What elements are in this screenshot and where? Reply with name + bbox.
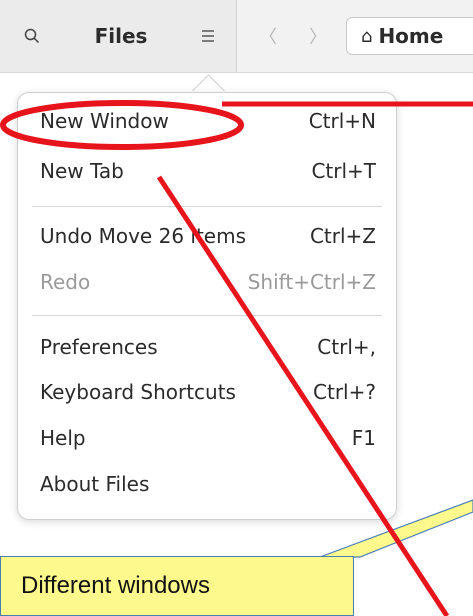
menu-item-undo[interactable]: Undo Move 26 items Ctrl+Z	[40, 216, 376, 256]
menu-item-label: About Files	[40, 472, 150, 496]
menu-item-shortcut: Ctrl+?	[313, 380, 376, 404]
menu-item-shortcut: Ctrl+N	[308, 109, 376, 133]
menu-item-shortcut: Shift+Ctrl+Z	[247, 270, 376, 294]
menu-item-label: Redo	[40, 270, 91, 294]
forward-button[interactable]: 〉	[306, 24, 330, 48]
search-icon	[24, 28, 40, 44]
menu-item-shortcut: Ctrl+Z	[309, 224, 376, 248]
menu-item-shortcut: F1	[351, 426, 376, 450]
menu-item-label: Preferences	[40, 335, 158, 359]
menu-item-redo: Redo Shift+Ctrl+Z	[40, 262, 376, 302]
header-bar: Files 〈 〉 ⌂ Home	[0, 0, 473, 73]
path-home-label: Home	[378, 24, 444, 48]
menu-item-label: Keyboard Shortcuts	[40, 380, 236, 404]
menu-item-new-tab[interactable]: New Tab Ctrl+T	[40, 151, 376, 191]
chevron-left-icon: 〈	[259, 27, 277, 48]
menu-item-preferences[interactable]: Preferences Ctrl+,	[40, 327, 376, 367]
menu-item-label: Undo Move 26 items	[40, 224, 247, 248]
menu-item-label: Help	[40, 426, 86, 450]
hamburger-icon	[202, 30, 214, 42]
menu-item-label: New Tab	[40, 159, 124, 183]
menu-item-help[interactable]: Help F1	[40, 418, 376, 458]
menu-item-shortcut: Ctrl+,	[317, 335, 376, 359]
main-menu-button[interactable]	[194, 24, 222, 48]
menu-separator	[32, 206, 382, 207]
search-button[interactable]	[18, 24, 46, 48]
menu-item-label: New Window	[40, 109, 169, 133]
home-icon: ⌂	[361, 25, 373, 47]
menu-item-shortcut: Ctrl+T	[311, 159, 376, 183]
main-menu-popover: New Window Ctrl+N New Tab Ctrl+T Undo Mo…	[17, 92, 397, 520]
app-title: Files	[94, 24, 148, 48]
menu-item-new-window[interactable]: New Window Ctrl+N	[40, 101, 376, 141]
menu-separator	[32, 315, 382, 316]
path-bar-home[interactable]: ⌂ Home	[346, 17, 473, 55]
chevron-right-icon: 〉	[309, 27, 327, 48]
callout-box: Different windows	[0, 556, 354, 616]
menu-item-about[interactable]: About Files	[40, 464, 376, 504]
menu-item-keyboard-shortcuts[interactable]: Keyboard Shortcuts Ctrl+?	[40, 372, 376, 412]
back-button[interactable]: 〈	[256, 24, 280, 48]
